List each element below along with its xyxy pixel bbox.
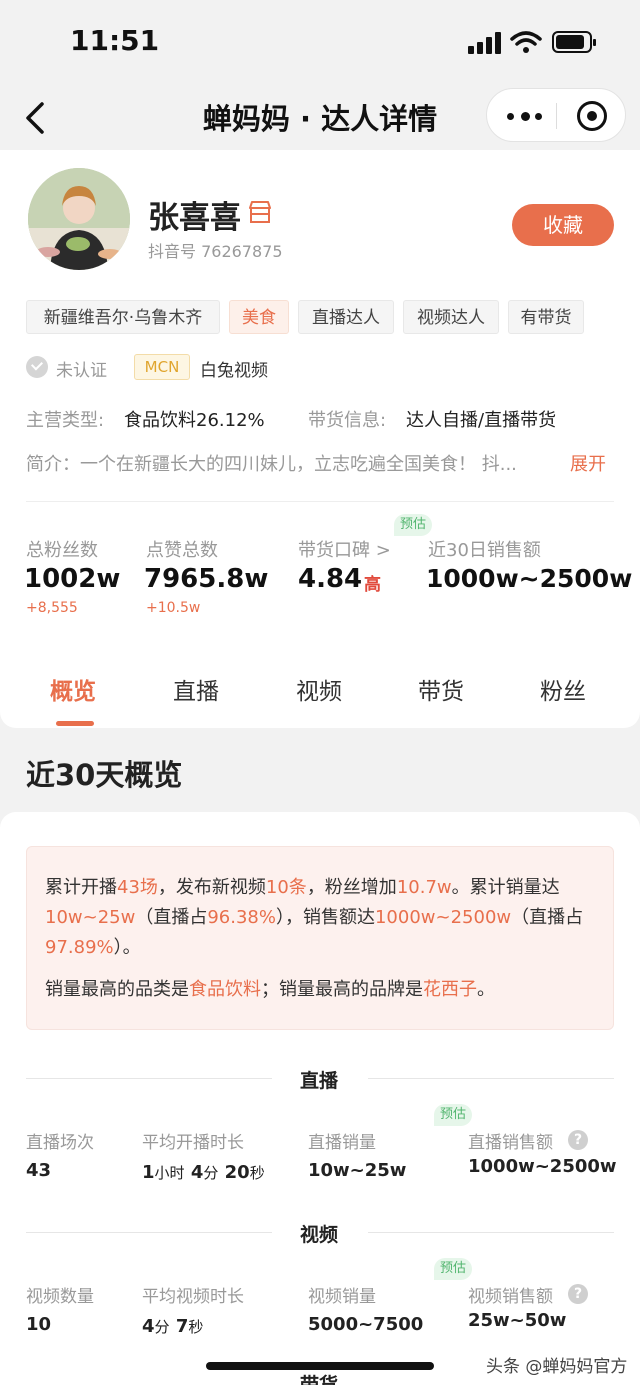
tab-overview[interactable]: 概览 <box>50 672 96 706</box>
tab-fans[interactable]: 粉丝 <box>540 672 586 706</box>
verify-status: 未认证 <box>56 361 107 381</box>
summary-line-1: 累计开播43场，发布新视频10条，粉丝增加10.7w。累计销量达10w~25w（… <box>45 877 584 958</box>
summary-line-2: 销量最高的品类是食品饮料；销量最高的品牌是花西子。 <box>45 979 495 1000</box>
summary-box: 累计开播43场，发布新视频10条，粉丝增加10.7w。累计销量达10w~25w（… <box>26 846 614 1030</box>
reputation-label[interactable]: 带货口碑 > <box>298 536 391 562</box>
close-mini-program-icon[interactable] <box>577 101 607 131</box>
tab-video[interactable]: 视频 <box>296 672 342 706</box>
tab-sales[interactable]: 带货 <box>418 672 464 706</box>
live-sales-volume-label: 直播销量 <box>308 1133 376 1153</box>
douyin-id: 抖音号 76267875 <box>148 242 283 261</box>
followers-delta: +8,555 <box>26 600 78 616</box>
sales-30d-label: 近30日销售额 <box>428 540 541 561</box>
likes-label: 点赞总数 <box>146 540 218 561</box>
video-section-title: 视频 <box>300 1224 339 1246</box>
active-tab-indicator <box>56 721 94 726</box>
avg-video-duration-value: 4分 7秒 <box>142 1316 204 1337</box>
video-sales-amount-value: 25w~50w <box>468 1310 567 1331</box>
status-time: 11:51 <box>70 24 160 57</box>
video-count-label: 视频数量 <box>26 1287 94 1307</box>
expand-link[interactable]: 展开 <box>570 450 606 476</box>
divider <box>26 1078 272 1079</box>
signal-icon <box>468 32 502 54</box>
avg-live-duration-label: 平均开播时长 <box>142 1133 244 1153</box>
wifi-icon <box>510 31 542 53</box>
avg-live-duration-value: 1小时 4分 20秒 <box>142 1162 265 1183</box>
tab-live[interactable]: 直播 <box>173 672 219 706</box>
overview-panel: 累计开播43场，发布新视频10条，粉丝增加10.7w。累计销量达10w~25w（… <box>0 812 640 1385</box>
followers-value: 1002w <box>24 564 121 594</box>
tag-has-sales: 有带货 <box>508 300 584 334</box>
section-title: 近30天概览 <box>26 758 183 792</box>
divider <box>368 1078 614 1079</box>
tag-live-creator: 直播达人 <box>298 300 394 334</box>
divider <box>26 501 614 502</box>
live-section-title: 直播 <box>300 1070 339 1092</box>
nav-bar: 蝉妈妈 · 达人详情 <box>0 86 640 150</box>
live-sales-amount-value: 1000w~2500w <box>468 1156 617 1177</box>
likes-value: 7965.8w <box>144 564 269 594</box>
help-icon[interactable]: ? <box>568 1130 588 1150</box>
home-indicator[interactable] <box>206 1362 434 1370</box>
next-section-title: 带货 <box>300 1374 339 1385</box>
capsule-divider <box>556 103 557 129</box>
live-sales-amount-label: 直播销售额 <box>468 1133 553 1153</box>
creator-name: 张喜喜 <box>148 200 241 236</box>
avg-video-duration-label: 平均视频时长 <box>142 1287 244 1307</box>
status-bar: 11:51 <box>0 0 640 86</box>
sales-info-value: 达人自播/直播带货 <box>406 410 557 431</box>
estimate-badge: 预估 <box>434 1104 473 1126</box>
sales-30d-value: 1000w~2500w <box>426 564 633 593</box>
mcn-badge: MCN <box>134 354 190 380</box>
video-sales-amount-label: 视频销售额 <box>468 1287 553 1307</box>
tag-video-creator: 视频达人 <box>403 300 499 334</box>
watermark-text: 头条 @蝉妈妈官方 <box>486 1357 628 1377</box>
help-icon[interactable]: ? <box>568 1284 588 1304</box>
video-count-value: 10 <box>26 1314 52 1335</box>
more-icon[interactable] <box>505 103 545 129</box>
sales-info-label: 带货信息: <box>308 410 387 431</box>
category-label: 主营类型: <box>26 410 105 431</box>
divider <box>26 1232 272 1233</box>
battery-icon <box>552 31 596 53</box>
tag-food: 美食 <box>229 300 289 334</box>
divider <box>368 1232 614 1233</box>
live-sales-volume-value: 10w~25w <box>308 1160 407 1181</box>
profile-card: 张喜喜 抖音号 76267875 收藏 新疆维吾尔·乌鲁木齐 美食 直播达人 视… <box>0 150 640 728</box>
live-count-label: 直播场次 <box>26 1133 94 1153</box>
reputation-value: 4.84 <box>298 564 363 594</box>
video-sales-volume-label: 视频销量 <box>308 1287 376 1307</box>
mcn-name[interactable]: 白兔视频 <box>200 356 268 381</box>
favorite-button[interactable]: 收藏 <box>512 204 614 246</box>
tag-location: 新疆维吾尔·乌鲁木齐 <box>26 300 220 334</box>
video-sales-volume-value: 5000~7500 <box>308 1314 424 1335</box>
intro-text: 简介：一个在新疆长大的四川妹儿，立志吃遍全国美食！ 抖... <box>26 454 517 475</box>
likes-delta: +10.5w <box>146 600 201 616</box>
shop-icon <box>249 201 271 223</box>
avatar[interactable] <box>28 168 130 270</box>
verified-check-icon <box>26 356 48 378</box>
reputation-level: 高 <box>364 575 381 595</box>
estimate-badge: 预估 <box>434 1258 473 1280</box>
estimate-badge: 预估 <box>394 514 433 536</box>
category-value: 食品饮料26.12% <box>124 410 265 431</box>
live-count-value: 43 <box>26 1160 52 1181</box>
followers-label: 总粉丝数 <box>26 540 98 561</box>
mini-program-capsule <box>486 88 626 142</box>
